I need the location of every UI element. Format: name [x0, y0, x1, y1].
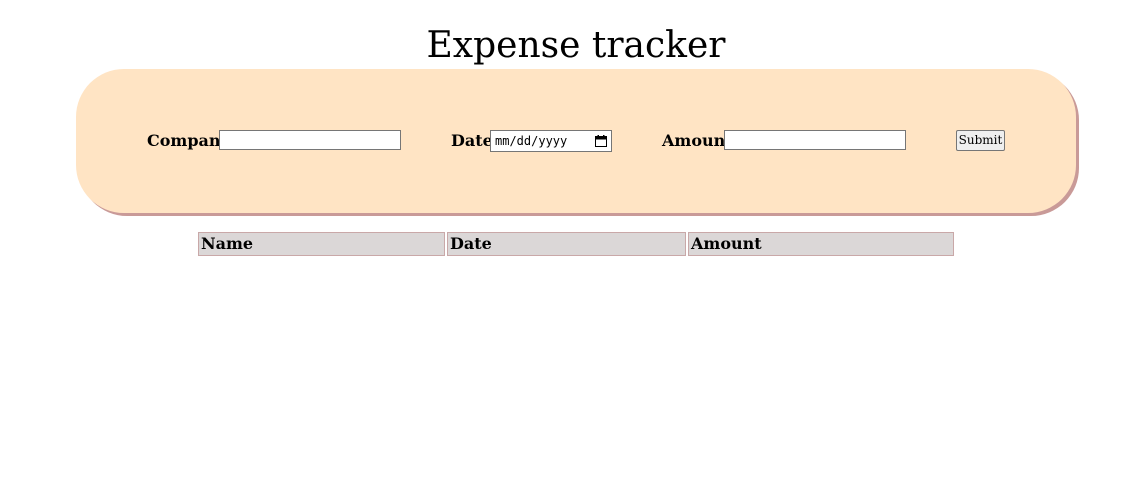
amount-input[interactable]	[724, 130, 906, 150]
page-title: Expense tracker	[426, 25, 726, 66]
calendar-icon[interactable]	[595, 135, 607, 147]
expense-table: Name Date Amount	[196, 230, 956, 258]
column-header-name: Name	[198, 232, 445, 256]
company-label: Company	[147, 131, 230, 150]
page: Expense tracker Company Date: mm/dd/yyyy…	[0, 0, 1141, 500]
column-header-amount: Amount	[688, 232, 954, 256]
column-header-date: Date	[447, 232, 686, 256]
date-input[interactable]: mm/dd/yyyy	[490, 130, 612, 152]
date-placeholder: mm/dd/yyyy	[495, 134, 568, 148]
company-input[interactable]	[219, 130, 401, 150]
expense-form: Company Date: mm/dd/yyyy Amount Submit	[76, 69, 1076, 213]
submit-button[interactable]: Submit	[956, 130, 1005, 151]
amount-label: Amount	[662, 131, 733, 150]
table-header-row: Name Date Amount	[198, 232, 954, 256]
